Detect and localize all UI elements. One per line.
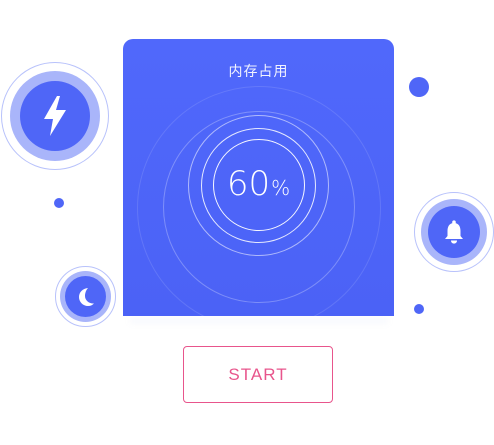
- moon-button[interactable]: [65, 276, 106, 317]
- decor-dot-small-left: [54, 198, 64, 208]
- lightning-icon: [44, 96, 66, 136]
- bell-button[interactable]: [428, 206, 480, 258]
- lightning-button[interactable]: [20, 81, 90, 151]
- memory-usage-card: 内存占用 60%: [123, 39, 394, 316]
- decor-dot-large: [409, 77, 429, 97]
- start-button[interactable]: START: [183, 346, 333, 403]
- decor-dot-small-right: [414, 304, 424, 314]
- app-screen: 内存占用 60% START: [0, 0, 494, 445]
- card-shadow: [130, 318, 388, 324]
- usage-value: 60: [226, 164, 271, 204]
- bell-icon: [445, 220, 463, 244]
- usage-unit: %: [271, 176, 291, 200]
- usage-readout: 60%: [123, 164, 394, 204]
- moon-icon: [78, 287, 94, 306]
- card-title: 内存占用: [228, 64, 289, 80]
